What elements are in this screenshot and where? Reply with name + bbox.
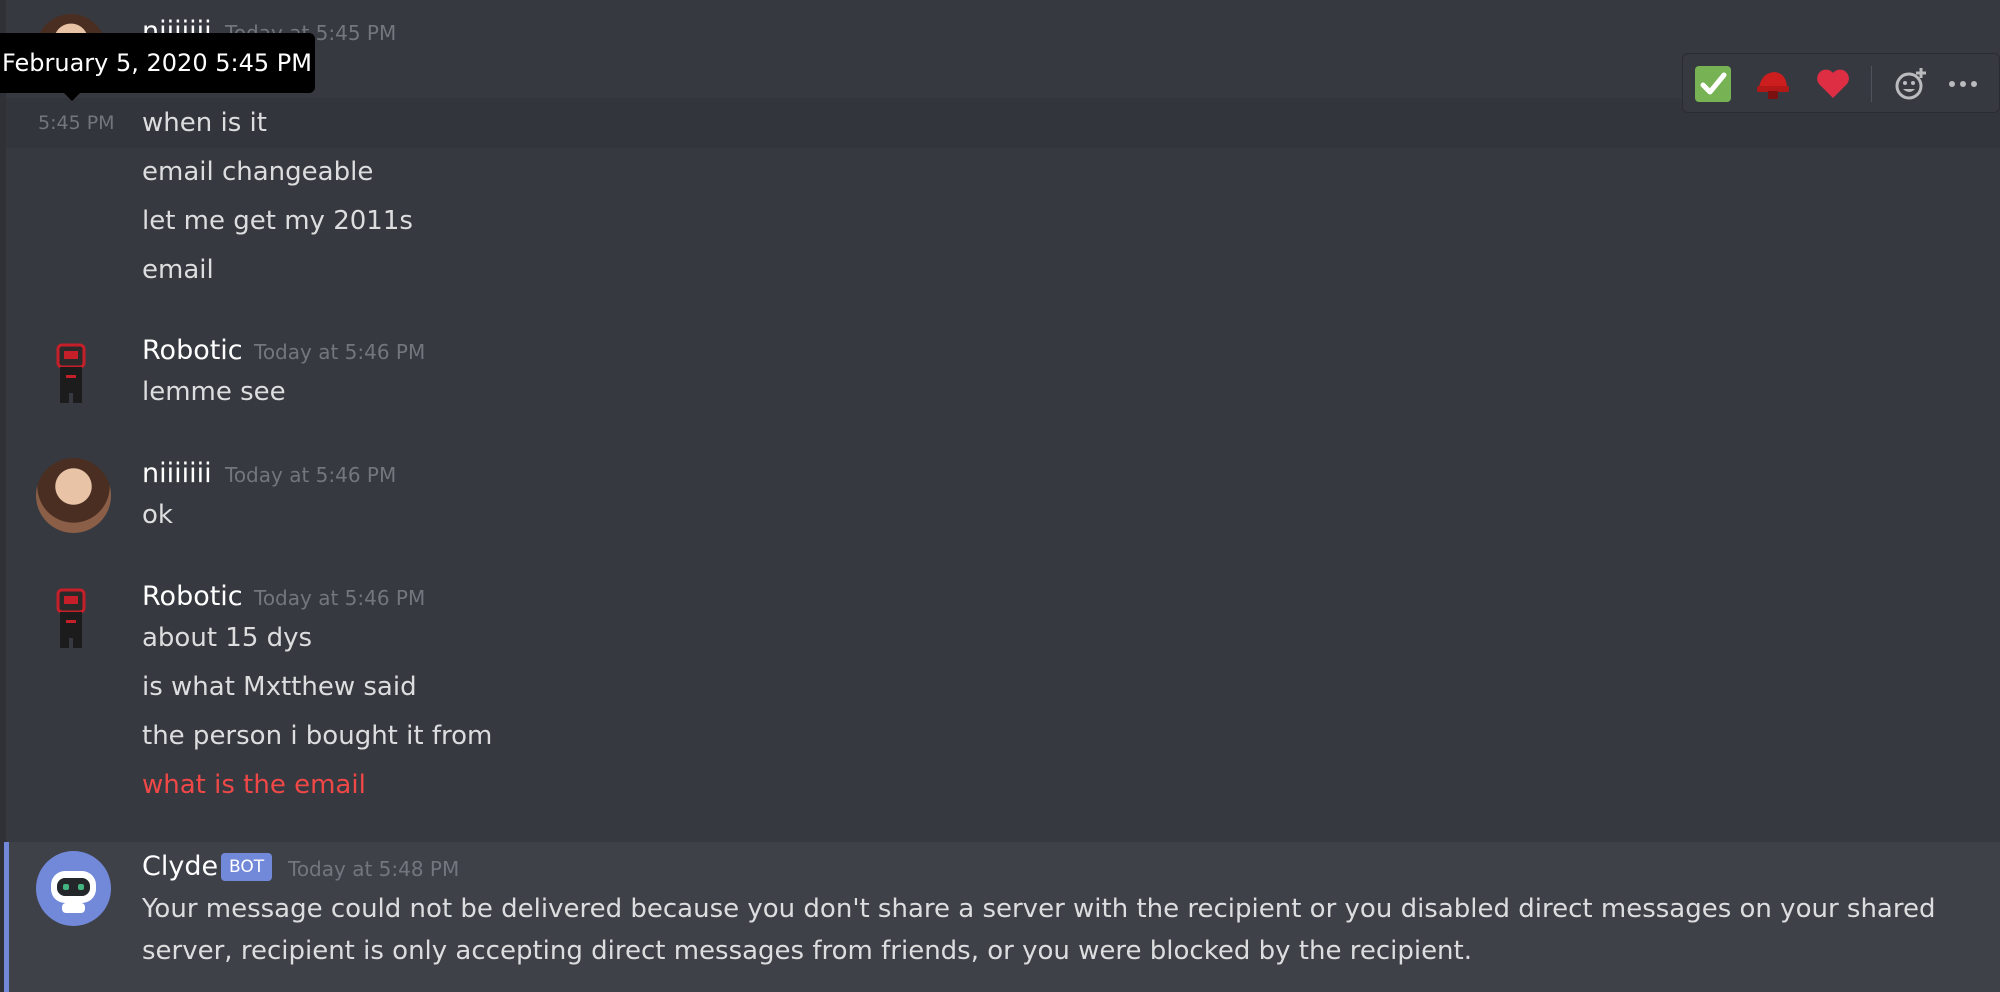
message-text: email: [142, 255, 214, 285]
avatar[interactable]: [36, 458, 111, 533]
system-message-accent-bar: [4, 842, 9, 992]
message-author[interactable]: Robotic: [142, 581, 243, 613]
message-timestamp[interactable]: Today at 5:46 PM: [225, 459, 396, 491]
hover-timestamp[interactable]: 5:45 PM: [38, 110, 115, 136]
message-text: is what Mxtthew said: [142, 672, 417, 702]
message-hover-toolbar: [1682, 53, 2000, 113]
message-text: the person i bought it from: [142, 721, 493, 751]
check-mark-emoji-icon[interactable]: [1693, 64, 1733, 104]
add-reaction-icon[interactable]: [1891, 64, 1931, 104]
message-text: when is it: [142, 108, 267, 138]
avatar[interactable]: [36, 851, 111, 926]
red-hat-emoji-icon[interactable]: [1753, 64, 1793, 104]
message-text: about 15 dys: [142, 623, 313, 653]
bot-badge: BOT: [221, 853, 273, 881]
message-author[interactable]: Robotic: [142, 335, 243, 367]
more-options-icon[interactable]: [1943, 64, 1983, 104]
red-heart-emoji-icon[interactable]: [1813, 64, 1853, 104]
message-text: ok: [142, 500, 173, 530]
system-message-text: Your message could not be delivered beca…: [142, 894, 1936, 966]
message-text: lemme see: [142, 377, 286, 407]
toolbar-divider: [1871, 66, 1872, 102]
message-timestamp[interactable]: Today at 5:46 PM: [254, 582, 425, 614]
avatar[interactable]: [42, 335, 102, 405]
failed-message-text: what is the email: [142, 770, 366, 800]
message-author[interactable]: Clyde: [142, 851, 218, 883]
message-author[interactable]: niiiiiii: [142, 458, 212, 490]
timestamp-tooltip: February 5, 2020 5:45 PM: [0, 33, 315, 93]
message-timestamp[interactable]: Today at 5:46 PM: [254, 336, 425, 368]
message-text: let me get my 2011s: [142, 206, 413, 236]
message-text: email changeable: [142, 157, 374, 187]
message-timestamp[interactable]: Today at 5:48 PM: [288, 853, 459, 885]
avatar[interactable]: [42, 580, 102, 650]
tooltip-arrow: [63, 92, 81, 101]
